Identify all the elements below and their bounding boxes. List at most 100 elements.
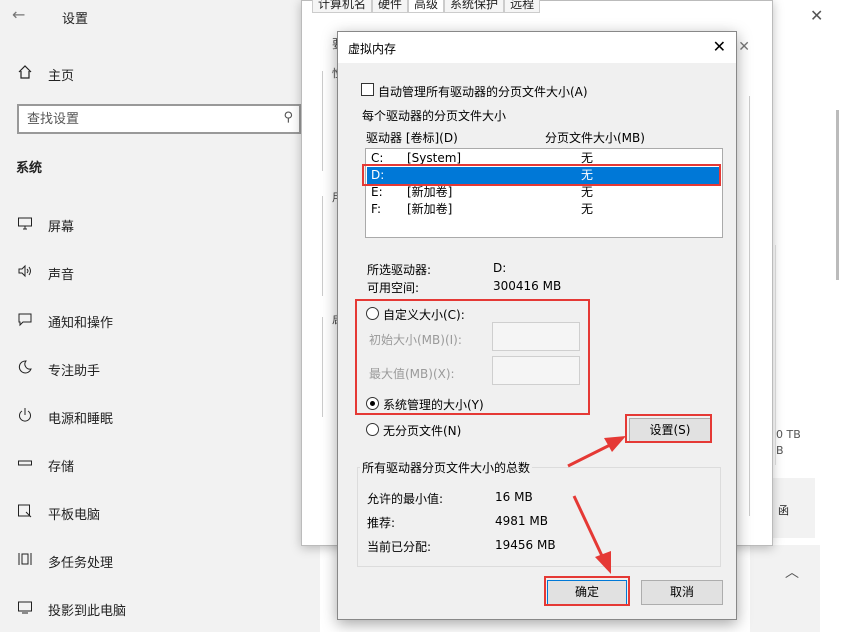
column-header-size: 分页文件大小(MB) [545, 131, 645, 145]
custom-size-radio[interactable] [366, 307, 379, 320]
group-border [742, 96, 750, 516]
per-drive-group-title: 每个驱动器的分页文件大小 [360, 107, 509, 124]
custom-size-label: 自定义大小(C): [383, 308, 465, 322]
sidebar-item-label: 投影到此电脑 [48, 604, 127, 619]
sidebar-item-power[interactable]: 电源和睡眠 [16, 405, 306, 431]
drive-label: [新加卷] [407, 202, 453, 216]
storage-size-text-2: B [776, 444, 784, 457]
search-input[interactable] [19, 106, 259, 132]
power-icon [16, 407, 34, 425]
drive-letter: F: [371, 202, 382, 216]
tab-hardware[interactable]: 硬件 [372, 0, 409, 13]
sidebar-item-label: 平板电脑 [48, 508, 101, 523]
tablet-icon [16, 503, 34, 521]
home-icon [16, 64, 34, 82]
drive-label: [新加卷] [407, 185, 453, 199]
drive-row-f[interactable]: F: [新加卷] 无 [367, 201, 721, 218]
sidebar-item-notifications[interactable]: 通知和操作 [16, 309, 306, 335]
group-border [322, 71, 330, 171]
sound-icon [16, 263, 34, 281]
max-size-label: 最大值(MB)(X): [369, 367, 455, 381]
system-managed-label: 系统管理的大小(Y) [383, 398, 484, 412]
auto-manage-checkbox[interactable] [361, 83, 374, 96]
totals-group-title: 所有驱动器分页文件大小的总数 [360, 459, 533, 476]
group-border [322, 196, 330, 296]
sidebar-item-focus-assist[interactable]: 专注助手 [16, 357, 306, 383]
tab-advanced[interactable]: 高级 [408, 0, 445, 13]
recommended-value: 4981 MB [495, 514, 548, 528]
recommended-label: 推荐: [367, 516, 396, 530]
section-title: 系统 [16, 161, 43, 176]
storage-action-label: 函 [778, 504, 789, 517]
tab-system-protection[interactable]: 系统保护 [444, 0, 505, 13]
current-allocated-value: 19456 MB [495, 538, 556, 552]
search-icon[interactable]: ⚲ [283, 110, 293, 125]
sidebar-item-multitasking[interactable]: 多任务处理 [16, 549, 306, 575]
performance-options-close-icon[interactable]: ✕ [738, 39, 750, 55]
close-icon[interactable]: ✕ [713, 37, 726, 56]
drive-letter: C: [371, 151, 384, 165]
settings-close-icon[interactable]: ✕ [810, 6, 823, 25]
selected-drive-label: 所选驱动器: [367, 263, 432, 277]
drive-letter: D: [371, 168, 385, 182]
display-icon [16, 215, 34, 233]
back-arrow-icon[interactable]: ← [12, 5, 25, 24]
auto-manage-label: 自动管理所有驱动器的分页文件大小(A) [378, 85, 588, 99]
current-allocated-label: 当前已分配: [367, 540, 432, 554]
ok-button[interactable]: 确定 [547, 580, 627, 605]
storage-icon [16, 455, 34, 473]
max-size-field[interactable] [492, 356, 580, 385]
tab-computer-name[interactable]: 计算机名 [312, 0, 373, 13]
sidebar-item-display[interactable]: 屏幕 [16, 213, 306, 239]
drive-label: [System] [407, 151, 462, 165]
no-paging-file-radio[interactable] [366, 423, 379, 436]
nav-home-label: 主页 [48, 69, 75, 84]
selected-drive-value: D: [493, 261, 507, 275]
drive-size: 无 [581, 185, 594, 199]
drive-row-d[interactable]: D: 无 [367, 167, 721, 184]
sidebar-item-label: 多任务处理 [48, 556, 114, 571]
notification-icon [16, 311, 34, 329]
chevron-up-icon[interactable]: ︿ [785, 562, 799, 582]
sidebar-item-label: 屏幕 [48, 220, 75, 235]
tab-remote[interactable]: 远程 [504, 0, 541, 13]
collapsed-card[interactable] [750, 545, 820, 632]
drive-row-e[interactable]: E: [新加卷] 无 [367, 184, 721, 201]
virtual-memory-dialog: 虚拟内存 ✕ 自动管理所有驱动器的分页文件大小(A) 每个驱动器的分页文件大小 … [337, 31, 737, 620]
sidebar-item-tablet[interactable]: 平板电脑 [16, 501, 306, 527]
sidebar-item-storage[interactable]: 存储 [16, 453, 306, 479]
set-button[interactable]: 设置(S) [629, 418, 711, 443]
drive-size: 无 [581, 202, 594, 216]
drive-size: 无 [581, 168, 594, 182]
settings-search-box[interactable]: ⚲ [17, 104, 301, 134]
sidebar-item-label: 专注助手 [48, 364, 101, 379]
initial-size-field[interactable] [492, 322, 580, 351]
settings-sidebar: ← 设置 主页 ⚲ 系统 屏幕 声音 通知和操作 专注助手 [0, 0, 320, 632]
settings-title-bar: ← 设置 [0, 0, 320, 32]
group-border [322, 317, 330, 417]
scrollbar[interactable] [836, 110, 839, 280]
sidebar-item-project[interactable]: 投影到此电脑 [16, 597, 306, 623]
no-paging-file-label: 无分页文件(N) [383, 424, 462, 438]
dialog-title-bar: 虚拟内存 ✕ [338, 32, 736, 63]
sidebar-item-label: 存储 [48, 460, 75, 475]
sidebar-item-label: 电源和睡眠 [48, 412, 114, 427]
multitask-icon [16, 551, 34, 569]
project-icon [16, 599, 34, 617]
cancel-button[interactable]: 取消 [641, 580, 723, 605]
dialog-title: 虚拟内存 [348, 42, 397, 56]
drive-list[interactable]: C: [System] 无 D: 无 E: [新加卷] 无 F: [新加卷] 无 [365, 148, 723, 238]
sidebar-item-sound[interactable]: 声音 [16, 261, 306, 287]
min-allowed-label: 允许的最小值: [367, 492, 444, 506]
sidebar-item-label: 声音 [48, 268, 75, 283]
drive-row-c[interactable]: C: [System] 无 [367, 150, 721, 167]
initial-size-label: 初始大小(MB)(I): [369, 333, 462, 347]
moon-icon [16, 359, 34, 377]
storage-size-text: 0 TB [776, 428, 801, 441]
free-space-value: 300416 MB [493, 279, 562, 293]
free-space-label: 可用空间: [367, 281, 420, 295]
system-managed-radio[interactable] [366, 397, 379, 410]
system-properties-tabs: 计算机名 硬件 高级 系统保护 远程 [312, 0, 541, 13]
nav-home[interactable]: 主页 [16, 62, 296, 86]
drive-size: 无 [581, 151, 594, 165]
